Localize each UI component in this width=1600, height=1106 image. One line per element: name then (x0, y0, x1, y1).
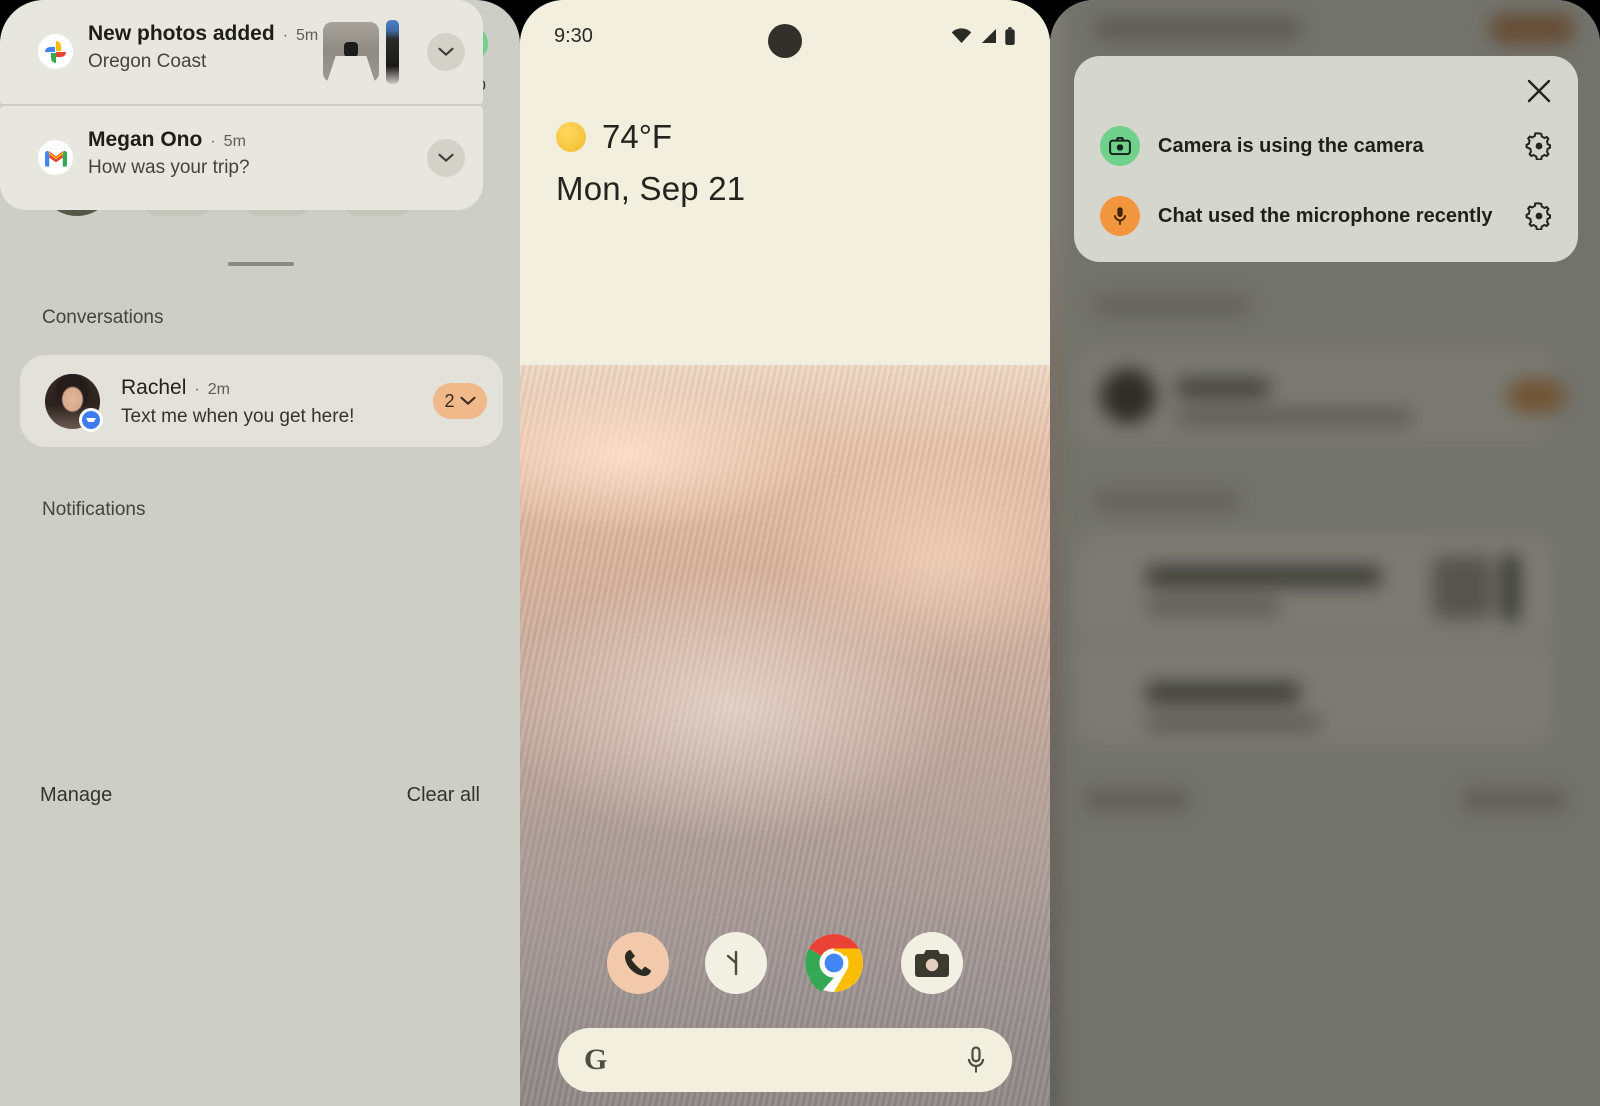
notification-subtitle: How was your trip? (88, 157, 250, 178)
gmail-icon (38, 140, 73, 175)
notification-shade-panel: Mon, Aug 25 9:30 (0, 0, 520, 1106)
battery-icon (1005, 26, 1015, 45)
privacy-item-camera[interactable]: Camera is using the camera (1100, 126, 1556, 166)
dock-chrome[interactable] (803, 932, 865, 994)
conversation-count: 2 (444, 390, 455, 411)
app-dock (520, 932, 1050, 994)
conversation-time: 2m (207, 381, 230, 398)
separator-dot: · (194, 381, 200, 398)
gear-icon (1525, 202, 1551, 230)
clock-icon (726, 950, 738, 976)
microphone-icon (1114, 207, 1126, 225)
photo-thumbnail-1[interactable] (323, 22, 379, 82)
status-bar-time: 9:30 (554, 24, 593, 47)
conversation-name: Rachel (121, 376, 187, 399)
weather-date: Mon, Sep 21 (556, 170, 746, 207)
expand-button[interactable] (427, 139, 465, 177)
separator-dot: · (282, 27, 289, 44)
camera-indicator-chip (1100, 126, 1140, 166)
privacy-dialog-panel: Camera is using the camera Chat used the… (1050, 0, 1600, 1106)
conversation-message: Text me when you get here! (121, 406, 355, 427)
conversation-text-block: Rachel · 2m Text me when you get here! (121, 376, 354, 428)
phone-icon (625, 950, 651, 976)
wallpaper-terrain (520, 364, 1050, 1106)
dock-clock[interactable] (705, 932, 767, 994)
dock-camera[interactable] (901, 932, 963, 994)
microphone-icon[interactable] (966, 1046, 986, 1074)
google-logo-icon: G (584, 1043, 608, 1076)
camera-punch-hole (768, 24, 802, 58)
avatar-badge-wrap (45, 374, 103, 432)
wifi-icon (951, 28, 972, 44)
status-bar-icons (951, 26, 1016, 46)
notification-row-gmail[interactable]: Megan Ono · 5m How was your trip? (0, 106, 483, 210)
notification-text-block: Megan Ono · 5m How was your trip? (88, 128, 250, 179)
clear-all-button[interactable]: Clear all (407, 784, 480, 807)
google-search-bar[interactable]: G (558, 1028, 1012, 1092)
settings-button[interactable] (1522, 199, 1556, 233)
messenger-icon (79, 408, 103, 432)
separator-dot: · (210, 133, 216, 150)
camera-icon (1109, 137, 1131, 155)
expand-button[interactable] (427, 33, 465, 71)
photo-thumbnail-2[interactable] (386, 20, 399, 84)
notification-title: New photos added (88, 22, 275, 45)
gear-icon (1525, 132, 1551, 160)
weather-widget[interactable]: 74°F Mon, Sep 21 (556, 118, 745, 208)
chevron-down-icon (459, 396, 476, 406)
screenshot-stage: Mon, Aug 25 9:30 (0, 0, 1600, 1106)
privacy-item-label: Chat used the microphone recently (1158, 204, 1493, 227)
microphone-indicator-chip (1100, 196, 1140, 236)
weather-temperature: 74°F (602, 118, 673, 155)
close-icon (1527, 79, 1551, 103)
notifications-group: New photos added · 5m Oregon Coast Megan… (0, 0, 483, 210)
home-status-bar: 9:30 (520, 0, 1050, 72)
sunny-icon (556, 122, 586, 152)
shade-footer: Manage Clear all (40, 784, 480, 807)
home-screen-panel: 9:30 74°F Mon, Sep 21 G (520, 0, 1050, 1106)
notification-subtitle: Oregon Coast (88, 51, 207, 72)
notification-time: 5m (296, 27, 319, 44)
privacy-item-microphone[interactable]: Chat used the microphone recently (1100, 196, 1556, 236)
shade-drag-handle[interactable] (228, 262, 294, 266)
notification-title: Megan Ono (88, 128, 203, 151)
notification-row-photos[interactable]: New photos added · 5m Oregon Coast (0, 0, 483, 104)
manage-button[interactable]: Manage (40, 784, 112, 807)
notification-time: 5m (223, 133, 246, 150)
privacy-item-label: Camera is using the camera (1158, 134, 1424, 157)
conversations-section-label: Conversations (42, 307, 164, 328)
conversation-notification-card[interactable]: Rachel · 2m Text me when you get here! 2 (20, 355, 503, 447)
cellular-signal-icon (981, 28, 996, 44)
conversation-expand-chip[interactable]: 2 (433, 383, 487, 419)
chrome-icon (805, 934, 863, 992)
google-photos-icon (38, 34, 73, 69)
camera-icon (915, 949, 949, 977)
chevron-down-icon (438, 153, 454, 163)
close-button[interactable] (1522, 74, 1556, 108)
dock-phone[interactable] (607, 932, 669, 994)
privacy-dialog: Camera is using the camera Chat used the… (1074, 56, 1578, 262)
settings-button[interactable] (1522, 129, 1556, 163)
chevron-down-icon (438, 47, 454, 57)
notification-text-block: New photos added · 5m Oregon Coast (88, 22, 318, 73)
notifications-section-label: Notifications (42, 499, 146, 520)
